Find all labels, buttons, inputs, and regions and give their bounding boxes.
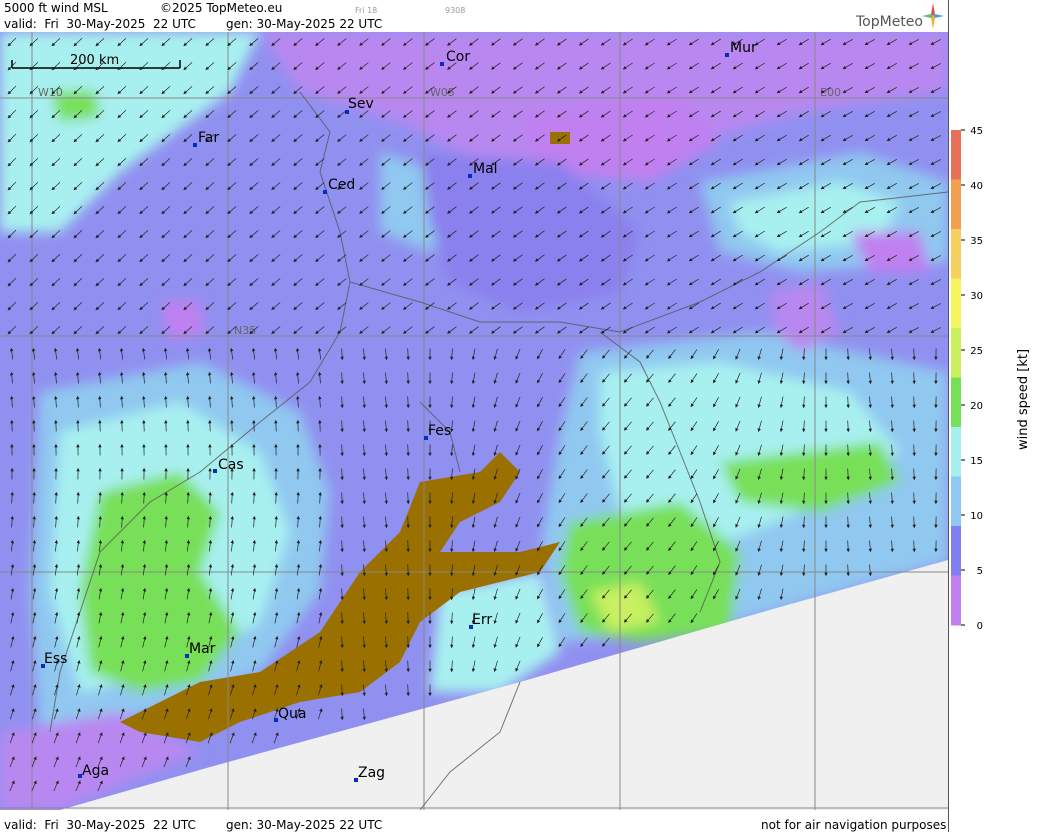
legend-color-band — [951, 526, 961, 576]
city-err: Err — [472, 612, 492, 628]
legend-color-band — [951, 229, 961, 279]
day-label: Fri 18 — [355, 4, 377, 18]
legend-color-band — [951, 328, 961, 378]
legend-color-band — [951, 130, 961, 180]
legend-color-band — [951, 427, 961, 477]
city-cor: Cor — [446, 49, 470, 65]
city-mar: Mar — [189, 641, 216, 657]
city-marker — [725, 53, 729, 57]
legend-color-band — [951, 477, 961, 527]
legend-tick-label: 20 — [970, 401, 983, 412]
city-mal: Mal — [473, 161, 498, 177]
city-cas: Cas — [218, 457, 244, 473]
compass-logo-icon — [922, 3, 944, 29]
map-title: 5000 ft wind MSL — [4, 1, 108, 15]
legend-color-band — [951, 378, 961, 428]
legend-tick-label: 5 — [977, 566, 983, 577]
footer-bar: valid: Fri 30-May-2025 22 UTC gen: 30-Ma… — [0, 810, 948, 832]
legend-tick-label: 15 — [970, 456, 983, 467]
footer-generated-time: gen: 30-May-2025 22 UTC — [226, 818, 382, 832]
footer-valid-time: valid: Fri 30-May-2025 22 UTC — [4, 818, 196, 832]
valid-time: valid: Fri 30-May-2025 22 UTC — [4, 17, 196, 31]
grid-label-w10: W10 — [38, 86, 63, 99]
generated-time: gen: 30-May-2025 22 UTC — [226, 17, 382, 31]
topmeteo-logo: TopMeteo — [856, 15, 923, 29]
disclaimer: not for air navigation purposes — [761, 818, 946, 832]
city-far: Far — [198, 130, 219, 146]
wind-map: 200 km W10 W05 E00 N35 Cor Mur Sev Far M… — [0, 32, 948, 810]
legend-tick-label: 35 — [970, 236, 983, 247]
legend-color-band — [951, 180, 961, 230]
legend-colorbar: 45 40 35 30 25 20 15 10 5 0 wind speed [kt] — [949, 0, 1039, 832]
city-marker — [440, 62, 444, 66]
grid-label-e00: E00 — [820, 86, 841, 99]
city-fes: Fes — [428, 423, 451, 439]
city-aga: Aga — [82, 763, 109, 779]
legend-tick-label: 10 — [970, 511, 983, 522]
legend-tick-label: 40 — [970, 181, 983, 192]
city-ess: Ess — [44, 651, 67, 667]
city-marker — [468, 174, 472, 178]
copyright: ©2025 TopMeteo.eu — [160, 1, 282, 15]
city-marker — [193, 143, 197, 147]
city-marker — [213, 469, 217, 473]
legend-tick-label: 45 — [970, 126, 983, 137]
scale-label: 200 km — [70, 53, 119, 68]
city-mur: Mur — [730, 40, 757, 56]
grid-label-w05: W05 — [430, 86, 455, 99]
city-zag: Zag — [358, 765, 385, 781]
header-bar: 5000 ft wind MSL ©2025 TopMeteo.eu Fri 1… — [0, 0, 948, 32]
wind-map-canvas: 200 km W10 W05 E00 N35 Cor Mur Sev Far M… — [0, 32, 948, 810]
code-label: 9308 — [445, 4, 465, 18]
legend: 45 40 35 30 25 20 15 10 5 0 wind speed [kt] — [948, 0, 1039, 832]
legend-color-band — [951, 576, 961, 626]
legend-tick-label: 30 — [970, 291, 983, 302]
legend-title: wind speed [kt] — [1016, 349, 1031, 450]
city-qua: Qua — [278, 706, 306, 722]
legend-color-band — [951, 279, 961, 329]
city-marker — [323, 190, 327, 194]
legend-tick-label: 25 — [970, 346, 983, 357]
city-sev: Sev — [348, 96, 374, 112]
city-ced: Ced — [328, 177, 355, 193]
legend-tick-label: 0 — [977, 621, 983, 632]
